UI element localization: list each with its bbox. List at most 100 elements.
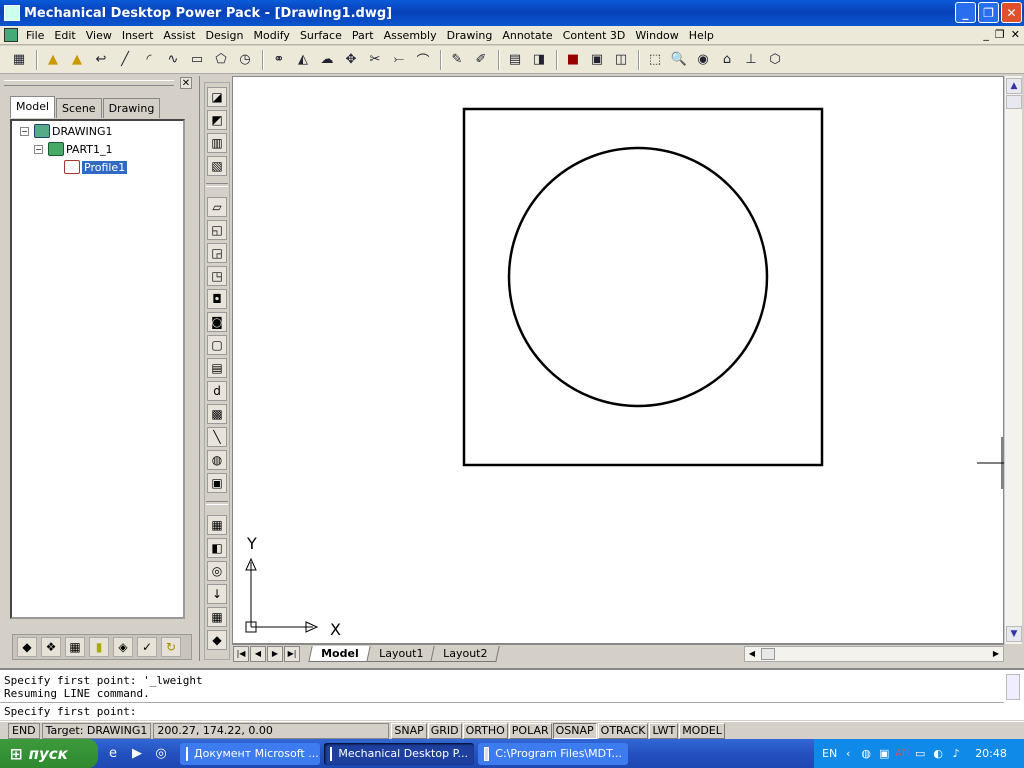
workaxis-icon[interactable]: ◧: [207, 538, 227, 558]
doc-close-icon[interactable]: ✕: [1011, 28, 1020, 41]
scroll-right-icon[interactable]: ▶: [989, 647, 1003, 661]
update-part-icon[interactable]: ↓: [207, 584, 227, 604]
hole-icon[interactable]: ◘: [207, 289, 227, 309]
rectangle-icon[interactable]: ▭: [186, 49, 208, 71]
trim-icon[interactable]: ✂: [364, 49, 386, 71]
doc-restore-icon[interactable]: ❐: [995, 28, 1005, 41]
quicklaunch-icon[interactable]: ◎: [152, 745, 170, 763]
line-icon[interactable]: ╱: [114, 49, 136, 71]
task-mechanical-desktop[interactable]: Mechanical Desktop P...: [324, 742, 474, 765]
doc-minimize-icon[interactable]: _: [983, 28, 989, 41]
warning-triangle-icon-2[interactable]: ▲: [66, 49, 88, 71]
command-window[interactable]: Specify first point: '_lweight Resuming …: [0, 668, 1024, 720]
copy-icon[interactable]: ⚭: [268, 49, 290, 71]
model-toggle[interactable]: MODEL: [679, 722, 725, 739]
profile-icon[interactable]: ◩: [207, 110, 227, 130]
tree-node-profile[interactable]: Profile1: [64, 160, 128, 174]
grid-toggle[interactable]: GRID: [427, 722, 462, 739]
sweep-icon[interactable]: ◲: [207, 243, 227, 263]
vertical-scrollbar[interactable]: ▲ ▼: [1004, 76, 1022, 644]
undo-arc-icon[interactable]: ↩: [90, 49, 112, 71]
fillet-feature-icon[interactable]: ◙: [207, 312, 227, 332]
notes-icon[interactable]: ▮: [89, 637, 109, 657]
lwt-toggle[interactable]: LWT: [649, 722, 679, 739]
loft-icon[interactable]: ◳: [207, 266, 227, 286]
brush-icon[interactable]: ✐: [470, 49, 492, 71]
arc-icon[interactable]: ◜: [138, 49, 160, 71]
tab-model-space[interactable]: Model: [308, 645, 372, 662]
color-icon[interactable]: ◆: [207, 630, 227, 650]
menu-edit[interactable]: Edit: [50, 29, 81, 42]
sketch-icon[interactable]: ◪: [207, 87, 227, 107]
catalog-icon[interactable]: ▦: [65, 637, 85, 657]
ie-icon[interactable]: e: [104, 745, 122, 763]
workpoint-icon[interactable]: ◎: [207, 561, 227, 581]
workplane-icon[interactable]: ▦: [207, 515, 227, 535]
extend-icon[interactable]: ⤚: [388, 49, 410, 71]
tab-layout2[interactable]: Layout2: [430, 645, 501, 662]
menu-window[interactable]: Window: [631, 29, 684, 42]
start-button[interactable]: ⊞ пуск: [0, 739, 98, 768]
next-tab-icon[interactable]: ▶: [267, 645, 283, 662]
assembly-icon[interactable]: ❖: [41, 637, 61, 657]
fillet-icon[interactable]: ⌒: [412, 49, 434, 71]
snap-toggle[interactable]: SNAP: [391, 722, 427, 739]
scroll-up-icon[interactable]: ▲: [1006, 78, 1022, 94]
warning-triangle-icon[interactable]: ▲: [42, 49, 64, 71]
constraint-icon[interactable]: ▧: [207, 156, 227, 176]
style-icon[interactable]: ■: [562, 49, 584, 71]
pencil-icon[interactable]: ✎: [446, 49, 468, 71]
circle-icon[interactable]: ◷: [234, 49, 256, 71]
osnap-toggle[interactable]: OSNAP: [552, 722, 597, 739]
otrack-toggle[interactable]: OTRACK: [597, 722, 649, 739]
clock[interactable]: 20:48: [975, 747, 1007, 760]
document-icon[interactable]: [4, 28, 18, 42]
mdt-app-icon[interactable]: [4, 5, 20, 21]
tray-tool-icon[interactable]: ◐: [931, 747, 945, 761]
scroll-left-icon[interactable]: ◀: [745, 647, 759, 661]
menu-part[interactable]: Part: [348, 29, 380, 42]
combine-icon[interactable]: ◍: [207, 450, 227, 470]
menu-surface[interactable]: Surface: [296, 29, 348, 42]
first-tab-icon[interactable]: |◀: [233, 645, 249, 662]
minimize-icon[interactable]: _: [955, 2, 976, 23]
menu-annotate[interactable]: Annotate: [498, 29, 558, 42]
dimension-icon[interactable]: ▣: [586, 49, 608, 71]
layer-icon[interactable]: ▤: [504, 49, 526, 71]
update-icon[interactable]: ✓: [137, 637, 157, 657]
network-icon[interactable]: ◍: [859, 747, 873, 761]
edit-feature-icon[interactable]: ◫: [610, 49, 632, 71]
scroll-down-icon[interactable]: ▼: [1006, 626, 1022, 642]
task-program-files[interactable]: C:\Program Files\MDT...: [478, 742, 628, 765]
polygon-icon[interactable]: ⬠: [210, 49, 232, 71]
dimension-icon[interactable]: ▥: [207, 133, 227, 153]
properties-icon[interactable]: ◨: [528, 49, 550, 71]
revolve-icon[interactable]: ◱: [207, 220, 227, 240]
part-icon[interactable]: ◆: [17, 637, 37, 657]
extrude-icon[interactable]: ▱: [207, 197, 227, 217]
command-scrollbar[interactable]: [1006, 674, 1020, 700]
close-icon[interactable]: ✕: [1001, 2, 1022, 23]
media-player-icon[interactable]: ▶: [128, 745, 146, 763]
horizontal-scrollbar[interactable]: ◀ ▶: [744, 646, 1004, 662]
tree-node-part[interactable]: − PART1_1: [34, 142, 113, 156]
hscroll-thumb[interactable]: [761, 648, 775, 660]
d2-icon[interactable]: d: [207, 381, 227, 401]
collapse-icon[interactable]: −: [20, 126, 29, 136]
square-profile[interactable]: [462, 107, 824, 467]
menu-design[interactable]: Design: [202, 29, 250, 42]
pattern-icon[interactable]: ▩: [207, 404, 227, 424]
prev-tab-icon[interactable]: ◀: [250, 645, 266, 662]
tab-model[interactable]: Model: [10, 96, 56, 118]
toolbody-icon[interactable]: ▣: [207, 473, 227, 493]
menu-insert[interactable]: Insert: [118, 29, 160, 42]
menu-content-3d[interactable]: Content 3D: [559, 29, 632, 42]
language-indicator[interactable]: EN: [822, 747, 837, 760]
tree-node-drawing[interactable]: − DRAWING1: [20, 124, 112, 138]
menu-drawing[interactable]: Drawing: [443, 29, 499, 42]
circle-profile[interactable]: [507, 146, 769, 408]
split-icon[interactable]: ╲: [207, 427, 227, 447]
collapse-icon[interactable]: −: [34, 144, 43, 154]
tab-drawing[interactable]: Drawing: [102, 98, 161, 118]
zoom-icon[interactable]: 🔍: [668, 49, 690, 71]
